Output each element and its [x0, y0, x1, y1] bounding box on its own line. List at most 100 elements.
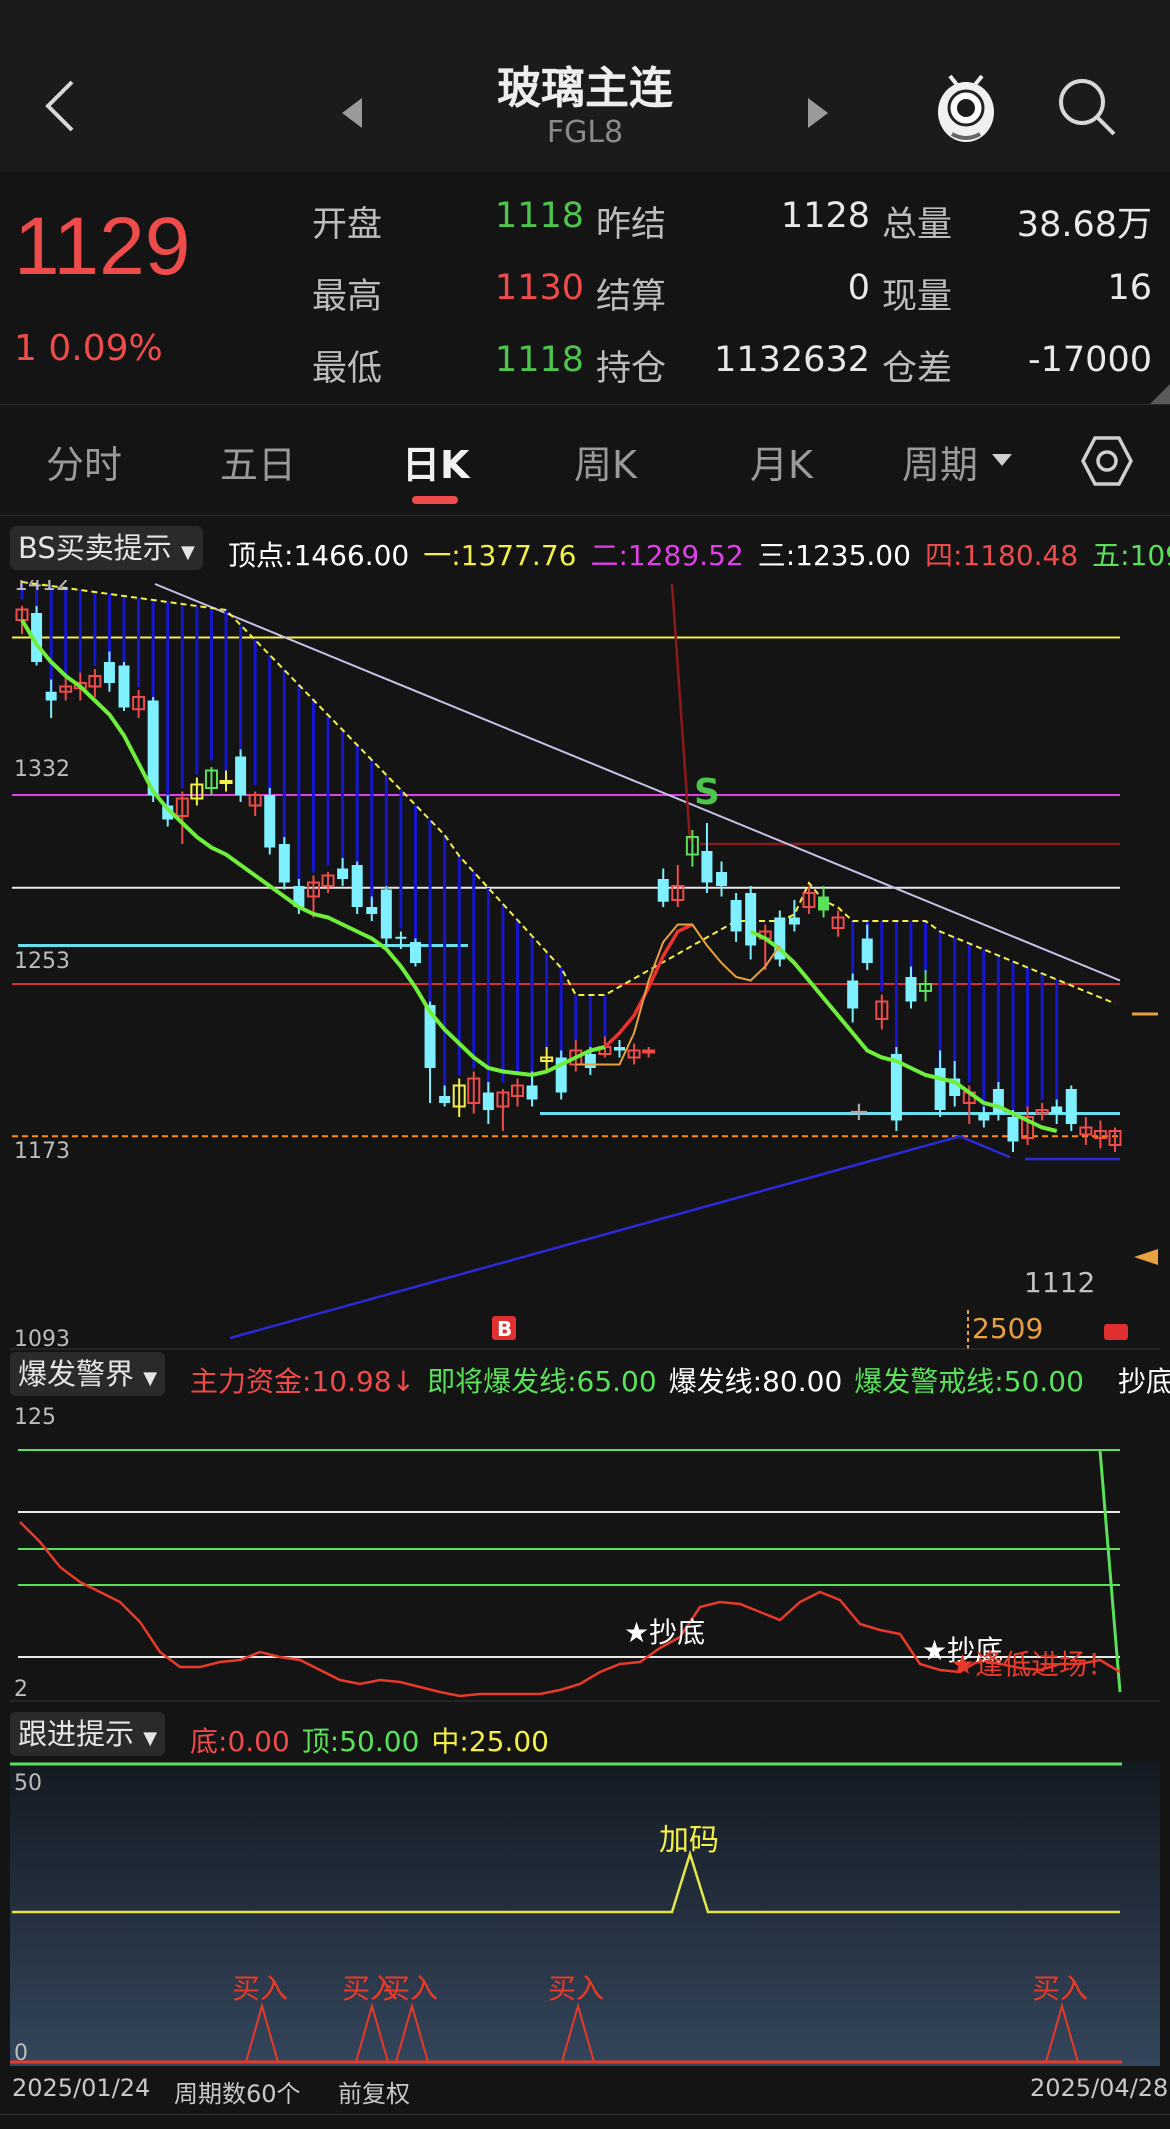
- follow-item: 中:25.00: [431, 1725, 549, 1758]
- level-label: 三:: [757, 539, 796, 572]
- candle-body-down: [978, 1113, 990, 1121]
- tab-2[interactable]: 日K: [402, 434, 469, 489]
- contract-label: 2509: [972, 1312, 1043, 1345]
- follow-item: 顶:50.00: [302, 1725, 420, 1758]
- candle-body-down: [861, 938, 873, 963]
- level-value: 1235.00: [795, 539, 911, 572]
- follow-chart[interactable]: 500加码买入 买入买入 买入 买入: [0, 1762, 1170, 2066]
- candle-body-down: [745, 893, 757, 946]
- burst-item: 爆发警戒线:50.00: [854, 1365, 1084, 1398]
- level-item: 四:1180.48: [925, 539, 1078, 572]
- candle-body-down: [584, 1054, 596, 1068]
- candle-body-down: [439, 1096, 451, 1103]
- level-values: 顶点:1466.00 一:1377.76 二:1289.52 三:1235.00 四:1…: [228, 534, 1170, 574]
- indicator-select-follow[interactable]: 跟进提示 ▼: [10, 1712, 166, 1756]
- y-tick-label: 1093: [14, 1327, 70, 1350]
- burst-label: 爆发线:: [668, 1365, 763, 1398]
- level-value: 1092: [1129, 539, 1170, 572]
- next-contract-icon[interactable]: [806, 96, 830, 130]
- candle-body-down: [337, 868, 349, 879]
- burst-item: 主力资金:10.98↓: [190, 1365, 415, 1398]
- search-icon[interactable]: [1056, 76, 1118, 138]
- level-item: 五:1092: [1092, 539, 1170, 572]
- level-item: 顶点:1466.00: [228, 539, 409, 572]
- low-price-label: 1112: [1024, 1266, 1095, 1299]
- adjust-mode[interactable]: 前复权: [338, 2074, 410, 2109]
- tab-4[interactable]: 月K: [750, 434, 813, 489]
- quote-value: 1118: [494, 196, 584, 236]
- y-tick-label: 50: [14, 1771, 42, 1796]
- burst-chart[interactable]: 1252★抄底★抄底★逢低进场！: [0, 1402, 1170, 1702]
- indicator-select-bs[interactable]: BS买卖提示 ▼: [10, 526, 203, 570]
- follow-item: 底:0.00: [190, 1725, 290, 1758]
- follow-label: 中:: [431, 1725, 469, 1758]
- burst-overflow-label: 抄底: [1118, 1365, 1170, 1398]
- candle-body-down: [264, 795, 276, 848]
- mini-marker: [1104, 1324, 1128, 1340]
- candle-body-down: [103, 662, 115, 683]
- tab-3[interactable]: 周K: [574, 434, 637, 489]
- follow-label: 底:: [190, 1725, 228, 1758]
- candle-body-down: [847, 980, 859, 1009]
- candle-body-down: [1051, 1106, 1063, 1114]
- tab-0[interactable]: 分时: [46, 434, 122, 489]
- candle-body-down: [818, 896, 830, 911]
- quote-label: 最高: [312, 277, 383, 317]
- candle-body-up: [642, 1049, 656, 1054]
- buy-label: 买入: [232, 1972, 288, 2005]
- y-tick-label: 125: [14, 1405, 56, 1430]
- mascot-icon[interactable]: [932, 68, 1000, 146]
- corner-mark: [1150, 384, 1170, 404]
- candle-body-down: [45, 691, 57, 701]
- buy-label: 买入: [382, 1972, 438, 2005]
- bottom-divider: [0, 2114, 1170, 2115]
- candle-body-down: [701, 851, 713, 883]
- end-date: 2025/04/28: [1030, 2074, 1169, 2102]
- candle-body-down: [366, 907, 378, 914]
- candlestick-chart[interactable]: 1412 1332 1253 1173 1093 S B 1112 2509 +: [0, 580, 1170, 1350]
- candle-body-down: [1007, 1117, 1019, 1142]
- level-label: 二:: [590, 539, 628, 572]
- quote-label: 现量: [882, 277, 953, 317]
- quote-label: 最低: [312, 349, 383, 389]
- candle-body-down: [934, 1068, 946, 1110]
- annotation-enter: ★逢低进场！: [950, 1648, 1115, 1681]
- add-position-label: 加码: [659, 1823, 719, 1858]
- candle-body-down: [482, 1092, 494, 1110]
- quote-value: 16: [1107, 268, 1152, 308]
- candle-body-down: [657, 879, 669, 902]
- candle-body-down: [905, 977, 917, 1002]
- start-date: 2025/01/24: [12, 2074, 151, 2102]
- indicator-select-burst[interactable]: 爆发警界 ▼: [10, 1352, 166, 1396]
- y-tick-label: 1412: [14, 580, 70, 596]
- quote-value: -17000: [1028, 340, 1152, 380]
- y-tick-label: 2: [14, 1677, 28, 1702]
- follow-label: 顶:: [301, 1725, 340, 1758]
- level-item: 一:1377.76: [423, 539, 576, 572]
- level-value: 1180.48: [962, 539, 1079, 572]
- burst-value: 80.00: [762, 1365, 843, 1398]
- chevron-down-icon: ▼: [181, 542, 195, 563]
- chevron-down-icon[interactable]: [990, 452, 1014, 468]
- candle-body-down: [716, 872, 728, 886]
- y-tick-label: 1173: [14, 1139, 70, 1164]
- settings-icon[interactable]: [1080, 434, 1134, 488]
- y-tick-label: 1332: [14, 757, 70, 782]
- level-value: 1466.00: [293, 539, 410, 572]
- quote-value: 1128: [780, 196, 870, 236]
- tab-5[interactable]: 周期: [902, 434, 978, 489]
- tab-1[interactable]: 五日: [220, 434, 296, 489]
- candle-body-down: [730, 900, 742, 932]
- chevron-down-icon: ▼: [143, 1368, 158, 1389]
- burst-label: 爆发警戒线:: [854, 1365, 1004, 1398]
- quote-value: 1130: [494, 268, 584, 308]
- quote-value: 38.68万: [1016, 205, 1152, 245]
- quote-value: 1118: [494, 340, 584, 380]
- burst-label: 主力资金:: [190, 1365, 312, 1398]
- level-value: 1377.76: [460, 539, 577, 572]
- annotation-bottom-fish: ★抄底: [624, 1616, 705, 1649]
- level-value: 1289.52: [627, 539, 744, 572]
- candle-body-down: [235, 756, 247, 795]
- level-label: 一:: [423, 539, 461, 572]
- burst-values: 主力资金:10.98↓ 即将爆发线:65.00 爆发线:80.00 爆发警戒线:50.…: [190, 1360, 1116, 1400]
